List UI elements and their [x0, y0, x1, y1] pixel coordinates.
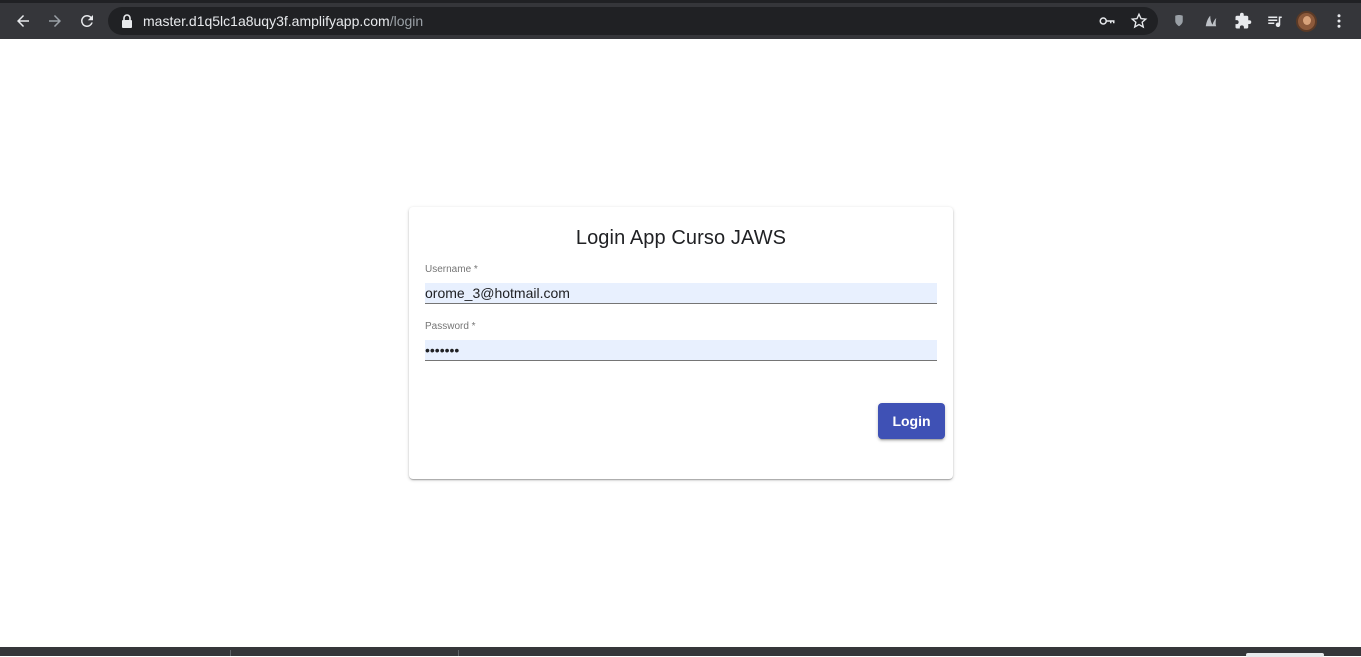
reload-icon[interactable] — [76, 10, 98, 32]
username-label: Username * — [425, 264, 478, 275]
extension-leaf-icon[interactable] — [1200, 10, 1222, 32]
username-input[interactable] — [425, 283, 937, 304]
taskbar-item[interactable] — [1246, 653, 1324, 657]
password-input[interactable] — [425, 340, 937, 361]
url-host: master.d1q5lc1a8uqy3f.amplifyapp.com — [143, 13, 390, 29]
password-label: Password * — [425, 321, 476, 332]
extension-shield-icon[interactable] — [1168, 10, 1190, 32]
back-arrow-icon[interactable] — [12, 10, 34, 32]
login-button[interactable]: Login — [878, 403, 945, 439]
url-path: /login — [389, 13, 424, 29]
taskbar-separator — [458, 650, 459, 656]
key-icon[interactable] — [1098, 12, 1116, 30]
puzzle-icon[interactable] — [1232, 10, 1254, 32]
lock-icon[interactable] — [121, 14, 133, 28]
login-card: Login App Curso JAWS Username * Password… — [409, 207, 953, 479]
forward-arrow-icon[interactable] — [44, 10, 66, 32]
star-icon[interactable] — [1130, 12, 1148, 30]
browser-toolbar: master.d1q5lc1a8uqy3f.amplifyapp.com/log… — [0, 0, 1361, 39]
taskbar — [0, 647, 1361, 657]
kebab-menu-icon[interactable] — [1328, 10, 1350, 32]
url-text[interactable]: master.d1q5lc1a8uqy3f.amplifyapp.com/log… — [143, 12, 423, 30]
address-bar[interactable]: master.d1q5lc1a8uqy3f.amplifyapp.com/log… — [108, 7, 1158, 35]
login-title: Login App Curso JAWS — [575, 227, 787, 249]
profile-avatar[interactable] — [1296, 11, 1317, 32]
media-queue-icon[interactable] — [1264, 10, 1286, 32]
taskbar-separator — [230, 650, 231, 656]
avatar-face — [1303, 16, 1311, 25]
